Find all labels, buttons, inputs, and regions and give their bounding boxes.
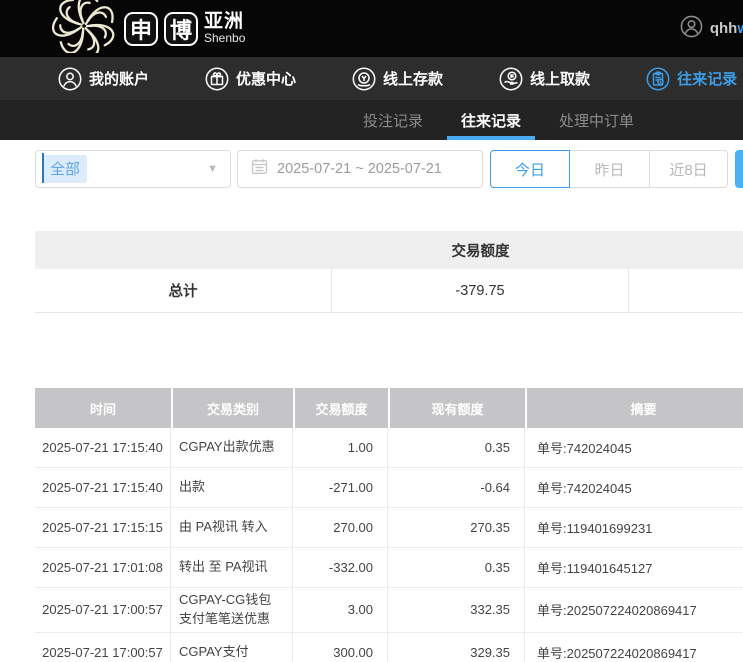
gift-icon xyxy=(205,67,229,91)
date-range-input[interactable]: 2025-07-21 ~ 2025-07-21 xyxy=(237,150,483,188)
col-header-amount: 交易额度 xyxy=(293,388,388,428)
cell-type: 转出 至 PA视讯 xyxy=(171,548,293,587)
logo-char-box-2: 博 xyxy=(164,12,198,46)
withdraw-hand-icon xyxy=(499,67,523,91)
col-header-type: 交易类别 xyxy=(171,388,293,428)
select-value-highlighted: 全部 xyxy=(42,155,87,183)
cell-memo: 单号:742024045 xyxy=(525,428,743,467)
table-row: 2025-07-21 17:00:57 CGPAY支付 300.00 329.3… xyxy=(35,633,743,662)
top-bar: 申 博 亚洲 Shenbo qhhw xyxy=(0,0,743,57)
cell-type: 出款 xyxy=(171,468,293,507)
cell-balance: 0.35 xyxy=(388,428,525,467)
today-button[interactable]: 今日 xyxy=(490,150,570,188)
main-navigation: 我的账户 优惠中心 xyxy=(0,57,743,100)
table-row: 2025-07-21 17:01:08 转出 至 PA视讯 -332.00 0.… xyxy=(35,548,743,588)
summary-amount-header: 交易额度 xyxy=(332,240,629,261)
summary-total-label: 总计 xyxy=(35,269,332,312)
records-clipboard-icon xyxy=(646,67,670,91)
col-header-memo: 摘要 xyxy=(525,388,743,428)
search-button[interactable] xyxy=(735,150,743,188)
transaction-type-select[interactable]: 全部 ▼ xyxy=(35,150,231,188)
username: qhhw xyxy=(710,20,743,37)
col-header-time: 时间 xyxy=(35,388,171,428)
col-header-balance: 现有额度 xyxy=(388,388,525,428)
nav-item-label: 线上取款 xyxy=(530,68,590,89)
text-cursor xyxy=(42,153,44,183)
cell-balance: 0.35 xyxy=(388,548,525,587)
nav-item-label: 往来记录 xyxy=(677,68,737,89)
tab-betting-records[interactable]: 投注记录 xyxy=(349,100,437,140)
cell-type: CGPAY支付 xyxy=(171,633,293,662)
nav-item-label: 线上存款 xyxy=(383,68,443,89)
quick-date-button-group: 今日 昨日 近8日 xyxy=(490,150,728,188)
cell-amount: 270.00 xyxy=(293,508,388,547)
summary-total-row: 总计 -379.75 xyxy=(35,269,743,313)
cell-type: CGPAY出款优惠 xyxy=(171,428,293,467)
chevron-down-icon: ▼ xyxy=(207,163,218,175)
cell-balance: 329.35 xyxy=(388,633,525,662)
cell-time: 2025-07-21 17:00:57 xyxy=(35,633,171,662)
cell-memo: 单号:202507224020869417 xyxy=(525,633,743,662)
table-row: 2025-07-21 17:15:40 CGPAY出款优惠 1.00 0.35 … xyxy=(35,428,743,468)
flower-logo-icon xyxy=(52,0,116,58)
cell-balance: -0.64 xyxy=(388,468,525,507)
cell-time: 2025-07-21 17:00:57 xyxy=(35,588,171,632)
cell-balance: 332.35 xyxy=(388,588,525,632)
logo-name-en: Shenbo xyxy=(204,32,245,45)
cell-memo: 单号:202507224020869417 xyxy=(525,588,743,632)
page: 申 博 亚洲 Shenbo qhhw xyxy=(0,0,743,662)
brand-logo[interactable]: 申 博 亚洲 Shenbo xyxy=(52,0,245,58)
cell-time: 2025-07-21 17:15:40 xyxy=(35,468,171,507)
user-avatar-icon xyxy=(680,15,703,43)
nav-item-withdraw[interactable]: 线上取款 xyxy=(499,67,590,91)
nav-item-my-account[interactable]: 我的账户 xyxy=(58,67,149,91)
logo-region-zh: 亚洲 xyxy=(204,12,245,32)
nav-item-label: 我的账户 xyxy=(89,68,149,89)
cell-time: 2025-07-21 17:15:40 xyxy=(35,428,171,467)
cell-balance: 270.35 xyxy=(388,508,525,547)
cell-amount: -332.00 xyxy=(293,548,388,587)
summary-header-row: 交易额度 xyxy=(35,231,743,269)
logo-char-box-1: 申 xyxy=(124,12,158,46)
cell-amount: 300.00 xyxy=(293,633,388,662)
user-account-chip[interactable]: qhhw xyxy=(680,0,743,57)
cell-memo: 单号:119401645127 xyxy=(525,548,743,587)
yesterday-button[interactable]: 昨日 xyxy=(570,150,650,188)
records-tab-bar: 投注记录 往来记录 处理中订单 xyxy=(0,100,743,140)
cell-amount: 1.00 xyxy=(293,428,388,467)
table-row: 2025-07-21 17:15:40 出款 -271.00 -0.64 单号:… xyxy=(35,468,743,508)
nav-item-deposit[interactable]: 线上存款 xyxy=(352,67,443,91)
deposit-coin-icon xyxy=(352,67,376,91)
last-8-days-button[interactable]: 近8日 xyxy=(650,150,728,188)
user-circle-icon xyxy=(58,67,82,91)
logo-region-text: 亚洲 Shenbo xyxy=(204,12,245,45)
cell-memo: 单号:119401699231 xyxy=(525,508,743,547)
cell-type: CGPAY-CG钱包支付笔笔送优惠 xyxy=(171,588,293,632)
nav-item-promotions[interactable]: 优惠中心 xyxy=(205,67,296,91)
calendar-icon xyxy=(251,158,268,180)
cell-time: 2025-07-21 17:15:15 xyxy=(35,508,171,547)
tab-transaction-records[interactable]: 往来记录 xyxy=(447,100,535,140)
cell-amount: 3.00 xyxy=(293,588,388,632)
cell-amount: -271.00 xyxy=(293,468,388,507)
table-row: 2025-07-21 17:00:57 CGPAY-CG钱包支付笔笔送优惠 3.… xyxy=(35,588,743,633)
summary-table: 交易额度 总计 -379.75 xyxy=(35,231,743,313)
nav-item-transaction-records[interactable]: 往来记录 xyxy=(646,67,737,91)
date-range-value: 2025-07-21 ~ 2025-07-21 xyxy=(277,161,442,177)
table-row: 2025-07-21 17:15:15 由 PA视讯 转入 270.00 270… xyxy=(35,508,743,548)
cell-time: 2025-07-21 17:01:08 xyxy=(35,548,171,587)
tab-processing-orders[interactable]: 处理中订单 xyxy=(545,100,648,140)
records-table: 时间 交易类别 交易额度 现有额度 摘要 2025-07-21 17:15:40… xyxy=(35,388,743,662)
records-header-row: 时间 交易类别 交易额度 现有额度 摘要 xyxy=(35,388,743,428)
nav-item-label: 优惠中心 xyxy=(236,68,296,89)
cell-type: 由 PA视讯 转入 xyxy=(171,508,293,547)
cell-memo: 单号:742024045 xyxy=(525,468,743,507)
summary-empty-cell xyxy=(629,269,743,312)
summary-total-value: -379.75 xyxy=(332,269,629,312)
